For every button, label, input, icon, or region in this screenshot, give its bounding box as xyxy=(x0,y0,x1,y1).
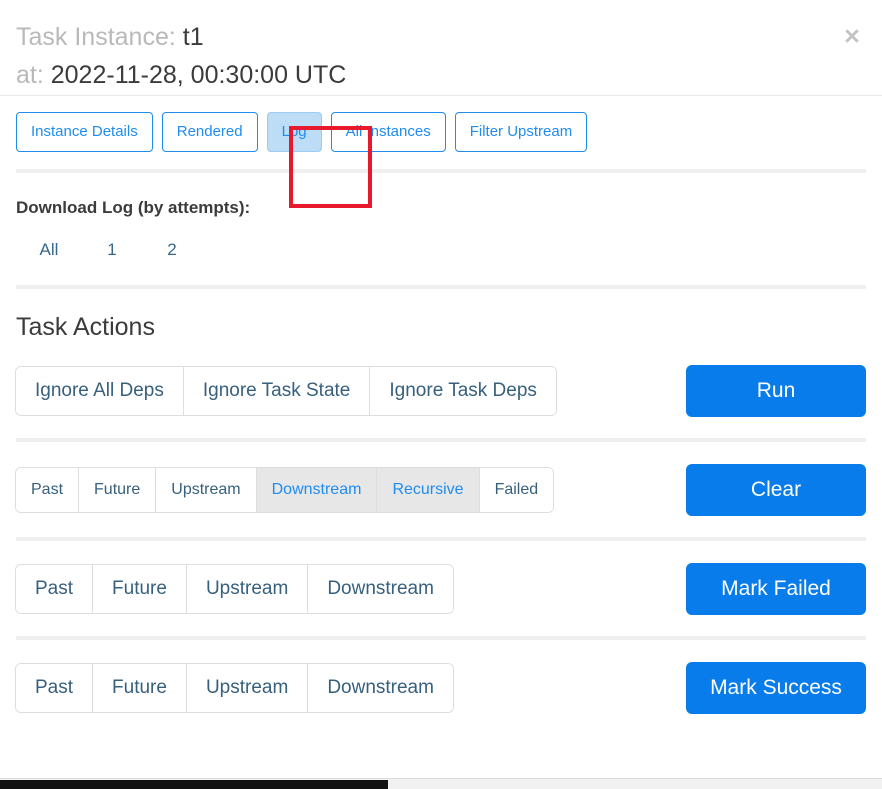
option-clear-failed[interactable]: Failed xyxy=(478,468,554,512)
task-action-row-mark-failed: Past Future Upstream Downstream Mark Fai… xyxy=(16,541,866,636)
task-action-row-mark-success: Past Future Upstream Downstream Mark Suc… xyxy=(16,640,866,735)
divider-before-task-actions xyxy=(16,285,866,289)
run-button[interactable]: Run xyxy=(686,365,866,417)
option-mark-success-downstream[interactable]: Downstream xyxy=(307,664,453,712)
clear-button[interactable]: Clear xyxy=(686,464,866,516)
download-log-link-all[interactable]: All xyxy=(16,240,82,260)
mark-success-options-group: Past Future Upstream Downstream xyxy=(16,664,453,712)
tab-instance-details[interactable]: Instance Details xyxy=(16,112,153,152)
divider-after-tabs xyxy=(16,169,866,173)
download-log-links: All 1 2 xyxy=(16,240,866,260)
task-actions-title: Task Actions xyxy=(16,313,155,341)
option-mark-failed-upstream[interactable]: Upstream xyxy=(185,565,308,613)
task-action-row-clear: Past Future Upstream Downstream Recursiv… xyxy=(16,442,866,537)
option-mark-success-upstream[interactable]: Upstream xyxy=(185,664,308,712)
download-log-title: Download Log (by attempts): xyxy=(16,198,251,217)
download-log-link-1[interactable]: 1 xyxy=(82,240,142,260)
option-ignore-task-state[interactable]: Ignore Task State xyxy=(182,367,370,415)
task-instance-value: t1 xyxy=(182,23,204,51)
option-mark-success-future[interactable]: Future xyxy=(92,664,186,712)
option-mark-failed-downstream[interactable]: Downstream xyxy=(307,565,453,613)
execution-date-value: 2022-11-28, 00:30:00 UTC xyxy=(50,61,347,89)
tab-log[interactable]: Log xyxy=(266,112,322,152)
horizontal-scrollbar[interactable] xyxy=(0,778,882,789)
close-icon[interactable]: × xyxy=(836,20,868,52)
tab-filter-upstream[interactable]: Filter Upstream xyxy=(454,112,588,152)
option-clear-future[interactable]: Future xyxy=(78,468,156,512)
tab-rendered[interactable]: Rendered xyxy=(161,112,258,152)
option-ignore-task-deps[interactable]: Ignore Task Deps xyxy=(369,367,556,415)
mark-failed-button[interactable]: Mark Failed xyxy=(686,563,866,615)
option-mark-failed-past[interactable]: Past xyxy=(16,565,93,613)
option-mark-success-past[interactable]: Past xyxy=(16,664,93,712)
page-title: Task Instance: t1 xyxy=(16,18,866,56)
option-mark-failed-future[interactable]: Future xyxy=(92,565,186,613)
option-clear-downstream[interactable]: Downstream xyxy=(255,468,377,512)
download-log-section: Download Log (by attempts): All 1 2 xyxy=(16,198,866,260)
download-log-link-2[interactable]: 2 xyxy=(142,240,202,260)
execution-date-label: at: xyxy=(16,61,44,89)
option-clear-past[interactable]: Past xyxy=(16,468,79,512)
run-options-group: Ignore All Deps Ignore Task State Ignore… xyxy=(16,367,556,415)
task-action-row-run: Ignore All Deps Ignore Task State Ignore… xyxy=(16,343,866,438)
option-clear-upstream[interactable]: Upstream xyxy=(155,468,256,512)
mark-success-button[interactable]: Mark Success xyxy=(686,662,866,714)
clear-options-group: Past Future Upstream Downstream Recursiv… xyxy=(16,468,554,512)
tab-bar: Instance Details Rendered Log All Instan… xyxy=(16,96,866,169)
option-clear-recursive[interactable]: Recursive xyxy=(376,468,479,512)
modal-body: Instance Details Rendered Log All Instan… xyxy=(0,96,882,735)
execution-date: at: 2022-11-28, 00:30:00 UTC xyxy=(16,56,866,94)
tab-all-instances[interactable]: All Instances xyxy=(330,112,446,152)
task-instance-label: Task Instance: xyxy=(16,23,176,51)
option-ignore-all-deps[interactable]: Ignore All Deps xyxy=(16,367,183,415)
modal-header: Task Instance: t1 at: 2022-11-28, 00:30:… xyxy=(0,0,882,96)
horizontal-scrollbar-thumb[interactable] xyxy=(0,780,388,789)
mark-failed-options-group: Past Future Upstream Downstream xyxy=(16,565,453,613)
